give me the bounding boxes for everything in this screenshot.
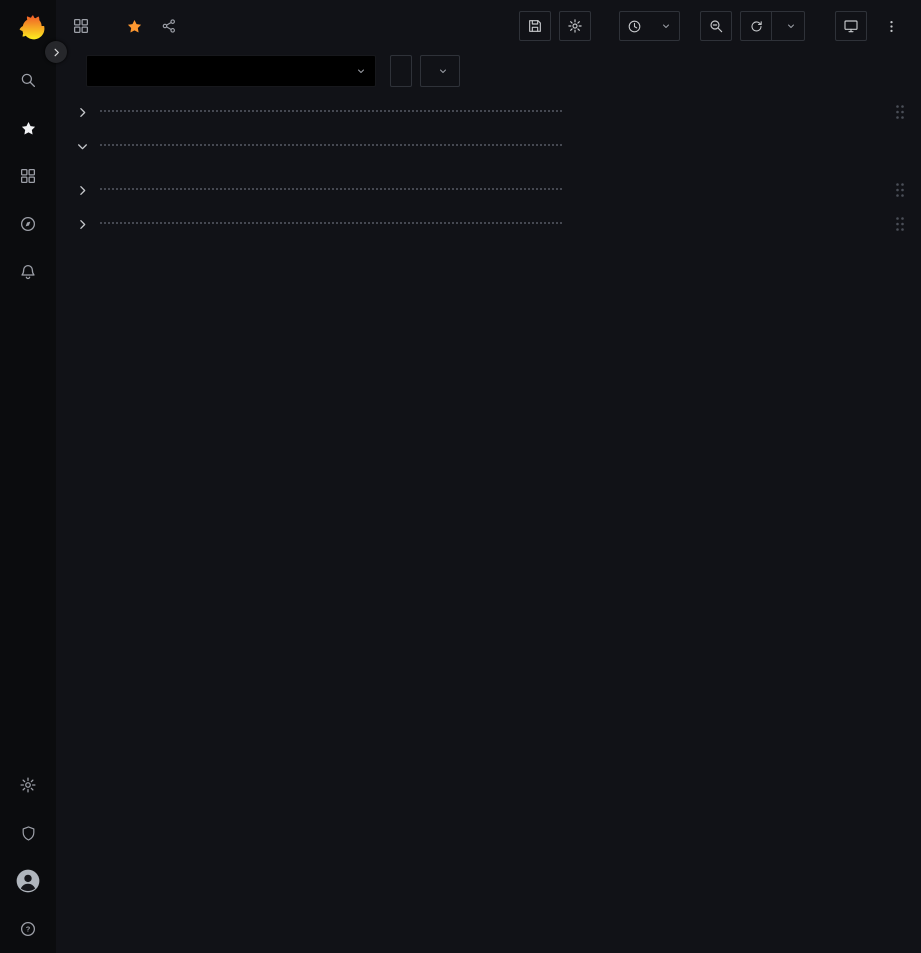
dotted-leader xyxy=(100,222,562,224)
refresh-icon xyxy=(749,19,764,34)
save-dashboard-button[interactable] xyxy=(519,11,551,41)
more-options-button[interactable] xyxy=(875,11,907,41)
avatar xyxy=(15,868,41,894)
sidebar-expand-button[interactable] xyxy=(45,41,67,63)
sidebar-item-search[interactable] xyxy=(0,56,56,104)
favorite-star-icon[interactable] xyxy=(126,18,143,35)
zoom-out-icon xyxy=(708,18,724,34)
row-drag-handle-icon[interactable] xyxy=(895,182,907,198)
sidebar-item-explore[interactable] xyxy=(0,200,56,248)
chevron-down-icon xyxy=(660,20,672,32)
datasource-variable-label xyxy=(72,55,86,87)
dotted-leader xyxy=(100,110,562,112)
sidebar-item-help[interactable]: ? xyxy=(0,905,56,953)
chevron-right-icon xyxy=(72,218,92,231)
chevron-down-icon xyxy=(785,20,797,32)
sidebar-item-server-admin[interactable] xyxy=(0,809,56,857)
row-title-group xyxy=(92,144,562,149)
shield-icon xyxy=(20,825,37,842)
grafana-logo-icon[interactable] xyxy=(11,0,45,56)
variable-datasource xyxy=(72,55,376,87)
share-icon[interactable] xyxy=(161,18,177,34)
help-icon: ? xyxy=(19,920,37,938)
chevron-right-icon xyxy=(72,184,92,197)
sidebar-item-profile[interactable] xyxy=(0,857,56,905)
chevron-right-icon xyxy=(51,47,62,58)
clock-icon xyxy=(627,19,642,34)
dashboard-row-1xx[interactable] xyxy=(72,98,907,126)
chevron-right-icon xyxy=(72,106,92,119)
compass-icon xyxy=(19,215,37,233)
header-actions xyxy=(519,11,907,41)
row-drag-handle-icon[interactable] xyxy=(895,216,907,232)
dotted-leader xyxy=(100,188,562,190)
sidebar-item-alerting[interactable] xyxy=(0,248,56,296)
dashboard-submenu xyxy=(56,52,921,90)
dashboard-row-5xx[interactable] xyxy=(72,176,907,204)
sidebar-item-dashboards[interactable] xyxy=(0,152,56,200)
gear-icon xyxy=(19,776,37,794)
bell-icon xyxy=(19,263,37,281)
row-drag-handle-icon[interactable] xyxy=(895,104,907,120)
dashboard-canvas xyxy=(56,90,921,953)
dashboards-grid-icon xyxy=(19,167,37,185)
sidebar: ? xyxy=(0,0,56,953)
dotted-leader xyxy=(100,144,562,146)
row-title-group xyxy=(92,222,562,227)
cycle-view-button[interactable] xyxy=(835,11,867,41)
request-host-variable-label xyxy=(390,55,412,87)
dashboard-settings-button[interactable] xyxy=(559,11,591,41)
star-icon xyxy=(20,120,37,137)
save-icon xyxy=(527,18,543,34)
svg-text:?: ? xyxy=(26,925,31,934)
apps-grid-icon xyxy=(72,17,90,35)
zoom-out-button[interactable] xyxy=(700,11,732,41)
search-icon xyxy=(19,71,37,89)
sidebar-item-starred[interactable] xyxy=(0,104,56,152)
refresh-button-group xyxy=(740,11,805,41)
request-host-select[interactable] xyxy=(420,55,460,87)
dashboard-row-4xx[interactable] xyxy=(72,132,907,160)
gear-icon xyxy=(567,18,583,34)
main-area xyxy=(56,0,921,953)
chevron-down-icon xyxy=(437,65,449,77)
sidebar-item-configuration[interactable] xyxy=(0,761,56,809)
chevron-down-icon xyxy=(355,65,367,77)
row-title-group xyxy=(92,110,562,115)
dashboard-row-6xx[interactable] xyxy=(72,210,907,238)
kebab-menu-icon xyxy=(884,19,899,34)
time-range-picker[interactable] xyxy=(619,11,680,41)
row-title-group xyxy=(92,188,562,193)
chevron-down-icon xyxy=(72,140,92,153)
datasource-select[interactable] xyxy=(86,55,376,87)
refresh-interval-dropdown[interactable] xyxy=(772,11,805,41)
dashboard-header xyxy=(56,0,921,52)
monitor-icon xyxy=(843,18,859,34)
variable-request-host xyxy=(390,55,460,87)
refresh-button[interactable] xyxy=(740,11,772,41)
